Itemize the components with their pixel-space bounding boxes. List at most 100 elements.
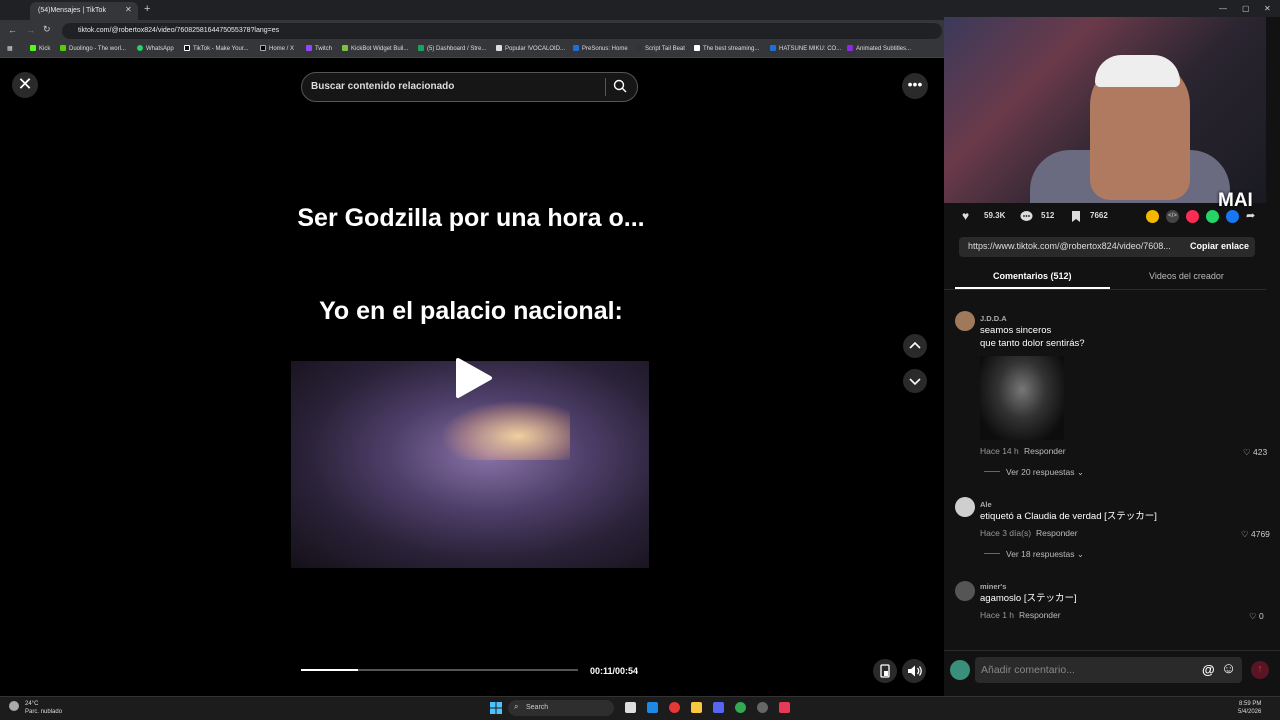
emoji-icon[interactable]: ☺: [1221, 660, 1236, 677]
reply-button[interactable]: Responder: [1019, 610, 1061, 620]
heart-outline-icon: ♡: [1249, 611, 1259, 621]
comment-icon[interactable]: [1020, 210, 1033, 223]
maximize-icon[interactable]: ▢: [1242, 4, 1250, 13]
bookmark-13[interactable]: Animated Subtitles...: [847, 45, 911, 52]
comment-username[interactable]: Ale: [980, 500, 992, 509]
view-replies-button[interactable]: Ver 20 respuestas ⌄: [984, 467, 1084, 478]
discord-icon[interactable]: [713, 702, 724, 713]
reply-button[interactable]: Responder: [1036, 528, 1078, 538]
bookmark-6[interactable]: KickBot Widget Buil...: [342, 45, 408, 52]
copy-link-button[interactable]: Copiar enlace: [1190, 241, 1249, 251]
comment-like[interactable]: ♡ 4769: [1241, 529, 1270, 540]
windows-start-icon[interactable]: [490, 702, 502, 714]
settings-gear-icon[interactable]: [757, 702, 768, 713]
clock[interactable]: 8:59 PM 5/4/2026: [1238, 700, 1261, 716]
clock-date: 5/4/2026: [1238, 709, 1262, 715]
video-link[interactable]: https://www.tiktok.com/@robertox824/vide…: [968, 241, 1180, 251]
back-icon[interactable]: ←: [8, 25, 17, 35]
reply-button[interactable]: Responder: [1024, 446, 1066, 456]
app-icon[interactable]: [669, 702, 680, 713]
bookmark-5[interactable]: Twitch: [306, 45, 332, 52]
repost-icon[interactable]: [1146, 210, 1159, 223]
tab-comments[interactable]: Comentarios (512): [993, 271, 1072, 281]
minimize-icon[interactable]: —: [1219, 4, 1227, 13]
new-tab-button[interactable]: +: [144, 3, 150, 15]
share-arrow-icon[interactable]: ➦: [1246, 209, 1255, 222]
view-replies-button[interactable]: Ver 18 respuestas ⌄: [984, 549, 1084, 560]
bookmark-8[interactable]: Popular !VOCALOID...: [496, 45, 565, 52]
file-explorer-icon[interactable]: [691, 702, 702, 713]
taskbar: [0, 696, 1280, 720]
bookmark-10[interactable]: Script Tail Beat: [636, 45, 685, 52]
comment-like[interactable]: ♡ 423: [1243, 447, 1267, 458]
avatar[interactable]: [955, 497, 975, 517]
edge-icon[interactable]: [647, 702, 658, 713]
my-avatar[interactable]: [950, 660, 970, 680]
window-close-icon[interactable]: ✕: [1264, 4, 1271, 13]
browser-tab[interactable]: (54)Mensajes | TikTok: [30, 2, 138, 20]
comment-username[interactable]: J.D.D.A: [980, 314, 1007, 323]
task-view-icon[interactable]: [625, 702, 636, 713]
bookmark-0[interactable]: Kick: [30, 45, 50, 52]
taskbar-search-icon: ⌕: [514, 702, 519, 711]
chevron-down-icon: [909, 378, 921, 386]
tabs-divider: [944, 289, 1266, 290]
more-options-button[interactable]: •••: [902, 73, 928, 99]
comment-text: agamoslo [ステッカー]: [980, 593, 1077, 604]
weather-desc: Parc. nublado: [25, 709, 63, 715]
weather-widget[interactable]: 24°C Parc. nublado: [25, 700, 62, 716]
search-placeholder: Buscar contenido relacionado: [311, 81, 455, 92]
comment-time: Hace 14 h: [980, 446, 1019, 456]
next-video-button[interactable]: [903, 369, 927, 393]
weather-icon[interactable]: [9, 701, 19, 711]
heart-icon[interactable]: ♥: [962, 209, 969, 223]
reload-icon[interactable]: ↻: [43, 24, 51, 35]
tab-creator-videos[interactable]: Videos del creador: [1149, 271, 1224, 281]
pip-icon: [880, 664, 890, 678]
url-field[interactable]: tiktok.com/@robertox824/video/7608258164…: [62, 23, 942, 39]
facebook-icon[interactable]: [1226, 210, 1239, 223]
comment-like[interactable]: ♡ 0: [1249, 611, 1264, 622]
taskbar-search[interactable]: Search: [508, 700, 614, 716]
whatsapp-icon[interactable]: [1206, 210, 1219, 223]
friends-share-icon[interactable]: [1186, 210, 1199, 223]
previous-video-button[interactable]: [903, 334, 927, 358]
tab-close-icon[interactable]: ✕: [125, 5, 132, 14]
search-icon[interactable]: [613, 79, 627, 93]
comment-sticker-image[interactable]: [980, 356, 1064, 440]
send-button[interactable]: ↑: [1251, 661, 1269, 679]
embed-icon[interactable]: </>: [1166, 210, 1179, 223]
bookmark-9[interactable]: PreSonus: Home: [573, 45, 628, 52]
volume-button[interactable]: [902, 659, 926, 683]
bookmark-12[interactable]: HATSUNE MIKU: CO...: [770, 45, 841, 52]
bookmark-1[interactable]: Duolingo - The worl...: [60, 45, 126, 52]
bookmark-7[interactable]: (5) Dashboard / Stre...: [418, 45, 486, 52]
forward-icon[interactable]: →: [26, 25, 35, 35]
bookmark-3[interactable]: TikTok - Make Your...: [184, 45, 248, 52]
bookmark-11[interactable]: The best streaming...: [694, 45, 759, 52]
active-tab-indicator: [955, 287, 1110, 289]
play-icon[interactable]: [452, 357, 494, 399]
progress-fill: [301, 669, 358, 671]
apps-icon[interactable]: ▦: [7, 45, 13, 52]
bookmark-4[interactable]: Home / X: [260, 45, 294, 52]
comment-like-count: 423: [1252, 447, 1268, 457]
comment-time: Hace 1 h: [980, 610, 1015, 620]
comments-count: 512: [1041, 211, 1055, 220]
video-time: 00:11/00:54: [590, 666, 639, 676]
comment-text: etiquetó a Claudia de verdad [ステッカー]: [980, 511, 1157, 522]
avatar[interactable]: [955, 581, 975, 601]
comment-username[interactable]: miner's: [980, 582, 1006, 591]
bookmark-2[interactable]: WhatsApp: [137, 45, 174, 52]
mention-icon[interactable]: @: [1202, 662, 1215, 677]
weather-temp: 24°C: [25, 701, 39, 707]
comment-time: Hace 3 día(s): [980, 528, 1032, 538]
pip-button[interactable]: [873, 659, 897, 683]
comment-input-placeholder: Añadir comentario...: [981, 664, 1075, 676]
bookmark-icon[interactable]: [1070, 210, 1082, 223]
comment-like-count: 4769: [1250, 529, 1270, 539]
close-video-button[interactable]: ✕: [12, 72, 38, 98]
avatar[interactable]: [955, 311, 975, 331]
chrome-icon[interactable]: [735, 702, 746, 713]
music-app-icon[interactable]: [779, 702, 790, 713]
